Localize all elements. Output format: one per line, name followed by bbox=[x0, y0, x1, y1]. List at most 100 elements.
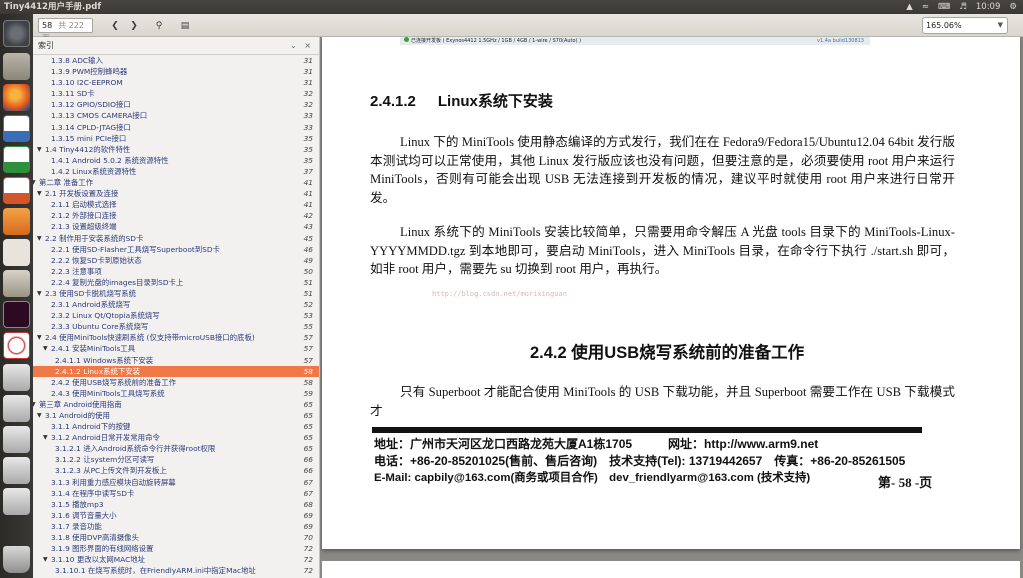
toc-item[interactable]: 1.3.12 GPIO/SDIO接口 32 bbox=[33, 99, 319, 110]
toc-item[interactable]: 1.3.14 CPLD-JTAG接口 33 bbox=[33, 122, 319, 133]
gear-icon[interactable]: ⚙ bbox=[1009, 0, 1017, 14]
expander-icon[interactable]: ▼ bbox=[37, 144, 42, 155]
terminal-icon[interactable] bbox=[3, 301, 30, 328]
files-icon[interactable] bbox=[3, 53, 30, 80]
toc-item[interactable]: 2.3.2 Linux Qt/Qtopia系统烧写 53 bbox=[33, 310, 319, 321]
expander-icon[interactable]: ▼ bbox=[37, 233, 42, 244]
sidebar: 索引 ⌄ × 1.3.8 ADC输入 31 1.3.9 PWM控制蜂鸣器 31 1.3.… bbox=[33, 37, 320, 578]
toc-item[interactable]: 1.4.1 Android 5.0.2 系统资源特性 35 bbox=[33, 155, 319, 166]
toc-item[interactable]: 3.1.7 录音功能 69 bbox=[33, 521, 319, 532]
wifi-icon[interactable]: ≈ bbox=[922, 0, 929, 14]
drive-icon[interactable] bbox=[3, 426, 30, 453]
toc-item[interactable]: 2.1.2 外部接口连接 42 bbox=[33, 210, 319, 221]
drive-icon[interactable] bbox=[3, 488, 30, 515]
expander-icon[interactable]: ▼ bbox=[33, 177, 36, 188]
chevron-down-icon[interactable]: ⌄ bbox=[290, 41, 297, 50]
expander-icon[interactable]: ▼ bbox=[37, 188, 42, 199]
toc-item[interactable]: ▼ 1.4 Tiny4412的软件特性 35 bbox=[33, 144, 319, 155]
impress-icon[interactable] bbox=[3, 177, 30, 204]
expander-icon[interactable]: ▼ bbox=[43, 343, 48, 354]
toc-item-label: 2.3.3 Ubuntu Core系统烧写 bbox=[51, 322, 149, 332]
toc-item[interactable]: 1.3.9 PWM控制蜂鸣器 31 bbox=[33, 66, 319, 77]
toc-item[interactable]: 1.4.2 Linux系统资源特性 37 bbox=[33, 166, 319, 177]
toc-item[interactable]: 3.1.9 图形界面的有线网络设置 72 bbox=[33, 543, 319, 554]
next-page-button[interactable]: ❯ bbox=[126, 18, 142, 34]
toc-item-label: 1.3.10 I2C-EEPROM bbox=[51, 78, 123, 88]
expander-icon[interactable]: ▼ bbox=[37, 288, 42, 299]
clock[interactable]: 10:09 bbox=[976, 0, 1001, 14]
toc-item[interactable]: 1.3.15 mini PCIe接口 35 bbox=[33, 133, 319, 144]
toc-item[interactable]: 2.4.1.2 Linux系统下安装 58 bbox=[33, 365, 319, 377]
expander-icon[interactable]: ▼ bbox=[37, 410, 42, 421]
toc-item[interactable]: 3.1.4 在程序中读写SD卡 67 bbox=[33, 488, 319, 499]
toc-item-label: 1.3.8 ADC输入 bbox=[51, 56, 103, 65]
toc-item[interactable]: 3.1.2.2 让system分区可读写 66 bbox=[33, 454, 319, 465]
toc-item[interactable]: 3.1.5 播放mp3 68 bbox=[33, 499, 319, 510]
document-viewer-icon[interactable] bbox=[3, 332, 30, 359]
toc-item[interactable]: 2.2.1 使用SD-Flasher工具烧写Superboot到SD卡 46 bbox=[33, 244, 319, 255]
document-view[interactable]: 已连接开发板 ( Exynos4412 1.5GHz / 1GB / 4GB /… bbox=[320, 37, 1023, 578]
software-center-icon[interactable] bbox=[3, 208, 30, 235]
toc-item[interactable]: 2.2.2 恢复SD卡到原始状态 49 bbox=[33, 255, 319, 266]
expander-icon[interactable]: ▼ bbox=[43, 432, 48, 443]
toc-item[interactable]: ▼第三章 Android使用指南 65 bbox=[33, 399, 319, 410]
calc-icon[interactable] bbox=[3, 146, 30, 173]
drive-icon[interactable] bbox=[3, 364, 30, 391]
zoom-select[interactable]: 165.06% ▼ bbox=[922, 17, 1008, 34]
settings-icon[interactable] bbox=[3, 270, 30, 297]
toc-item[interactable]: 2.2.4 复制光盘的images目录到SD卡上 51 bbox=[33, 277, 319, 288]
toc-item[interactable]: 2.4.3 使用MiniTools工具烧写系统 59 bbox=[33, 388, 319, 399]
drive-icon[interactable] bbox=[3, 457, 30, 484]
toc-item[interactable]: 2.4.2 使用USB烧写系统前的准备工作 58 bbox=[33, 377, 319, 388]
toc-item[interactable]: 3.1.2.3 从PC上传文件到开发板上 66 bbox=[33, 465, 319, 476]
notification-icon[interactable]: ▲ bbox=[906, 0, 913, 14]
toc-item[interactable]: ▼ 2.4 使用MiniTools快速刷系统 (仅支持带microUSB接口的底板… bbox=[33, 332, 319, 343]
toc-item-label: 3.1.2 Android日常开发常用命令 bbox=[51, 433, 160, 443]
drive-icon[interactable] bbox=[3, 395, 30, 422]
toc-item[interactable]: 3.1.8 使用DVP高清摄像头 70 bbox=[33, 532, 319, 543]
amazon-icon[interactable] bbox=[3, 239, 30, 266]
trash-icon[interactable] bbox=[3, 546, 30, 573]
toc-item[interactable]: 2.3.1 Android系统烧写 52 bbox=[33, 299, 319, 310]
toc-item-label: 2.3 使用SD卡脱机烧写系统 bbox=[45, 288, 137, 298]
expander-icon[interactable]: ▼ bbox=[33, 399, 36, 410]
toc-item[interactable]: 3.1.2.1 进入Android系统命令行并获得root权限 65 bbox=[33, 443, 319, 454]
toc-item-label: 1.4 Tiny4412的软件特性 bbox=[45, 144, 131, 154]
toc-item[interactable]: ▼ 2.2 制作用于安装系统的SD卡 45 bbox=[33, 233, 319, 244]
toc-item[interactable]: 2.4.1.1 Windows系统下安装 57 bbox=[33, 355, 319, 366]
toc-item-label: 3.1.10.1 在烧写系统时，在FriendlyARM.ini中指定Mac地址 bbox=[55, 566, 256, 576]
page-number-input[interactable]: 58共 222 页 bbox=[38, 18, 93, 43]
expander-icon[interactable]: ▼ bbox=[43, 554, 48, 565]
pdf-page: 已连接开发板 ( Exynos4412 1.5GHz / 1GB / 4GB /… bbox=[322, 37, 1020, 549]
toc-item[interactable]: ▼ 2.3 使用SD卡脱机烧写系统 51 bbox=[33, 288, 319, 299]
toc-item[interactable]: 2.3.3 Ubuntu Core系统烧写 55 bbox=[33, 321, 319, 332]
toc-item[interactable]: 3.1.3 利用重力感应模块自动旋转屏幕 67 bbox=[33, 477, 319, 488]
search-icon[interactable]: ⚲ bbox=[151, 18, 167, 34]
toc-item[interactable]: ▼ 3.1.2 Android日常开发常用命令 65 bbox=[33, 432, 319, 443]
toc-item[interactable]: 1.3.11 SD卡 32 bbox=[33, 88, 319, 99]
toc-item[interactable]: 2.1.3 设置超级终端 43 bbox=[33, 221, 319, 232]
toc-item[interactable]: 3.1.1 Android下的按键 65 bbox=[33, 421, 319, 432]
toc-item[interactable]: ▼ 2.1 开发板设置及连接 41 bbox=[33, 188, 319, 199]
viewer-toolbar: 58共 222 页 ❮ ❯ ⚲ ▤ 165.06% ▼ bbox=[33, 14, 1023, 43]
keyboard-icon[interactable]: ⌨ bbox=[938, 0, 950, 14]
toc-item[interactable]: ▼ 2.4.1 安装MiniTools工具 57 bbox=[33, 343, 319, 354]
toc-item[interactable]: 3.1.10.1 在烧写系统时，在FriendlyARM.ini中指定Mac地址… bbox=[33, 565, 319, 576]
toc-item[interactable]: 3.1.6 调节音量大小 69 bbox=[33, 510, 319, 521]
toc-item[interactable]: ▼ 3.1 Android的使用 65 bbox=[33, 410, 319, 421]
writer-icon[interactable] bbox=[3, 115, 30, 142]
toc-item[interactable]: ▼ 3.1.10 更改以太网MAC地址 72 bbox=[33, 554, 319, 565]
previous-page-button[interactable]: ❮ bbox=[107, 18, 123, 34]
toc-item[interactable]: 1.3.10 I2C-EEPROM 31 bbox=[33, 77, 319, 88]
close-icon[interactable]: × bbox=[304, 41, 311, 50]
toc-item[interactable]: 2.1.1 启动模式选择 41 bbox=[33, 199, 319, 210]
toc-item[interactable]: 2.2.3 注意事项 50 bbox=[33, 266, 319, 277]
toc-item[interactable]: 1.3.8 ADC输入 31 bbox=[33, 55, 319, 66]
view-mode-icon[interactable]: ▤ bbox=[177, 18, 193, 34]
ubuntu-dash-icon[interactable] bbox=[3, 20, 30, 47]
expander-icon[interactable]: ▼ bbox=[37, 332, 42, 343]
volume-icon[interactable]: ♬ bbox=[959, 0, 967, 14]
toc-item[interactable]: 1.3.13 CMOS CAMERA接口 33 bbox=[33, 110, 319, 121]
firefox-icon[interactable] bbox=[3, 84, 30, 111]
toc-item[interactable]: ▼第二章 准备工作 41 bbox=[33, 177, 319, 188]
